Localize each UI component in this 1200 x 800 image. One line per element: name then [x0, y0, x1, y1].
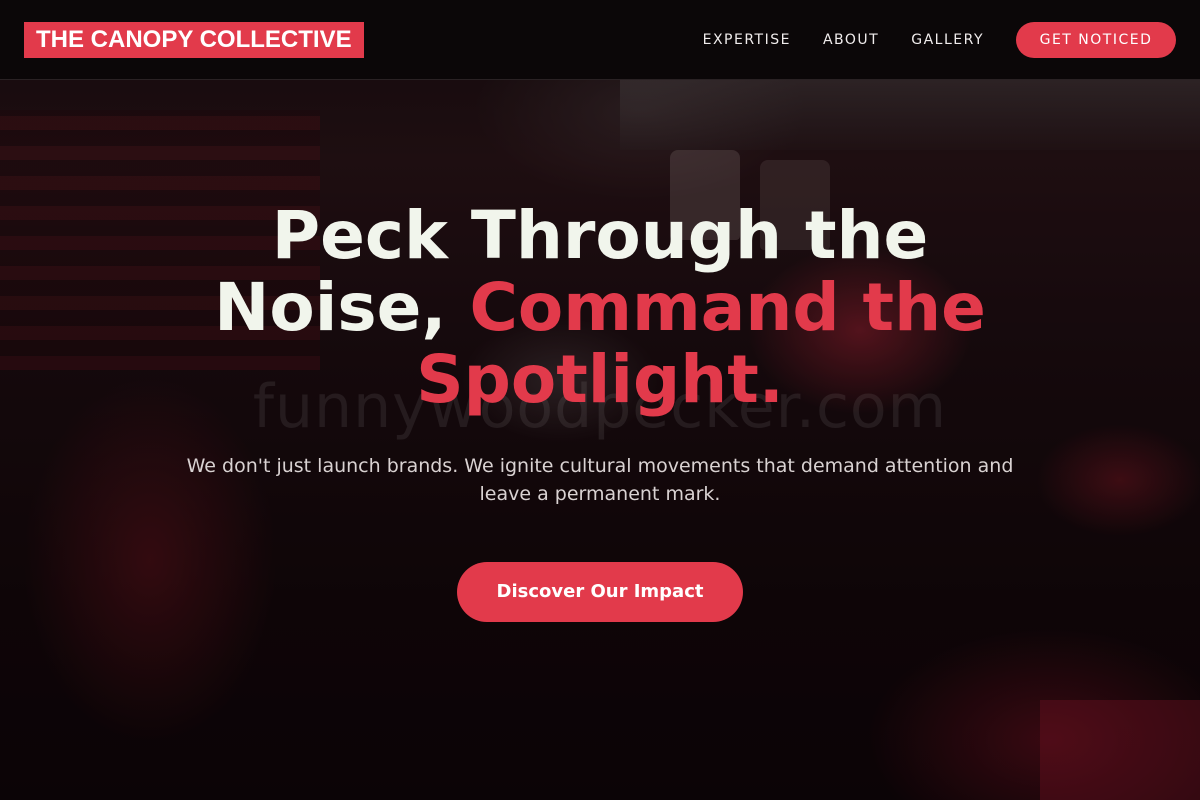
hero-headline: Peck Through the Noise, Command the Spot… — [150, 200, 1050, 416]
nav-link-gallery[interactable]: GALLERY — [911, 32, 984, 48]
hero-section: Peck Through the Noise, Command the Spot… — [0, 200, 1200, 622]
page: funnywoodpecker.com THE CANOPY COLLECTIV… — [0, 0, 1200, 800]
nav-link-expertise[interactable]: EXPERTISE — [703, 32, 791, 48]
headline-accent-text: Command the Spotlight. — [416, 269, 986, 418]
nav-link-about[interactable]: ABOUT — [823, 32, 879, 48]
top-navigation: THE CANOPY COLLECTIVE EXPERTISE ABOUT GA… — [0, 0, 1200, 80]
nav-links: EXPERTISE ABOUT GALLERY — [703, 0, 984, 80]
brand-logo[interactable]: THE CANOPY COLLECTIVE — [24, 22, 364, 58]
discover-impact-button[interactable]: Discover Our Impact — [457, 562, 743, 622]
get-noticed-button[interactable]: GET NOTICED — [1016, 22, 1176, 58]
hero-subtext: We don't just launch brands. We ignite c… — [186, 455, 1014, 505]
